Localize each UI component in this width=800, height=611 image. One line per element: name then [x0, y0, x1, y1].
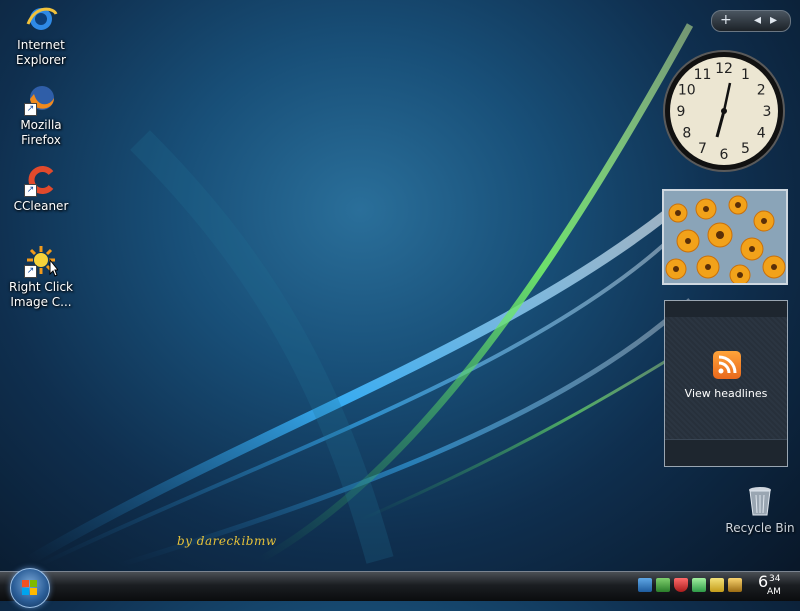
- s-app-icon[interactable]: [710, 578, 724, 592]
- desktop-icon-label-line1: Internet: [17, 38, 65, 52]
- desktop-icon-label-line1: Right Click: [8, 280, 73, 294]
- rss-icon: [713, 351, 741, 379]
- desktop-icon-label-line1: Mozilla Firefox: [20, 118, 62, 147]
- desktop-icon-recycle-bin[interactable]: Recycle Bin: [722, 485, 798, 535]
- feed-headlines-gadget[interactable]: View headlines: [664, 300, 788, 467]
- previous-gadgets-button[interactable]: ◂: [754, 12, 761, 28]
- desktop-icon-label-line2: Image C...: [10, 295, 72, 309]
- shortcut-arrow-icon: ↗: [24, 265, 37, 278]
- desktop-icon-ccleaner[interactable]: ↗ CCleaner: [0, 163, 82, 214]
- add-gadget-button[interactable]: +: [720, 12, 732, 28]
- clock-numeral: 12: [715, 61, 733, 77]
- clock-gadget[interactable]: 12 12 3 45678 9 1011: [662, 49, 786, 173]
- clock-numeral: 8: [682, 126, 691, 142]
- clock-numeral: 9: [677, 104, 686, 120]
- desktop-icon-internet-explorer[interactable]: Internet Explorer: [0, 2, 82, 68]
- display-icon[interactable]: [656, 578, 670, 592]
- taskbar-clock-minutes[interactable]: 34: [769, 574, 780, 584]
- clock-numeral: 1: [741, 67, 750, 83]
- desktop-icon-mozilla-firefox[interactable]: ↗ Mozilla Firefox: [0, 82, 82, 148]
- clock-numeral: 7: [698, 141, 707, 157]
- desktop-icon-label-line1: CCleaner: [13, 199, 69, 213]
- next-gadgets-button[interactable]: ▸: [770, 12, 777, 28]
- windows-start-orb-icon[interactable]: [10, 568, 50, 608]
- security-shield-icon[interactable]: [674, 578, 688, 592]
- internet-explorer-icon: [24, 2, 58, 36]
- network-icon[interactable]: [638, 578, 652, 592]
- desktop-icon-label-line2: Explorer: [16, 53, 66, 67]
- clock-numeral: 3: [763, 104, 772, 120]
- desktop-icon-right-click-image-converter[interactable]: ↗ Right Click Image C...: [0, 244, 82, 310]
- firefox-icon: ↗: [24, 82, 58, 116]
- wand-icon[interactable]: [728, 578, 742, 592]
- shortcut-arrow-icon: ↗: [24, 103, 37, 116]
- slideshow-gadget[interactable]: [662, 189, 788, 285]
- wallpaper-signature: by dareckibmw: [177, 534, 277, 548]
- clock-numeral: 11: [694, 67, 712, 83]
- clock-numeral: 10: [678, 83, 696, 99]
- recycle-bin-icon: [747, 485, 773, 517]
- clock-numeral: 5: [741, 141, 750, 157]
- shortcut-arrow-icon: ↗: [24, 184, 37, 197]
- recycle-bin-label: Recycle Bin: [725, 521, 795, 535]
- clock-numeral: 4: [757, 126, 766, 142]
- taskbar-clock-ampm[interactable]: AM: [767, 587, 781, 597]
- clock-numeral: 6: [720, 147, 729, 163]
- feed-footer: [665, 439, 787, 466]
- update-icon[interactable]: [692, 578, 706, 592]
- sidebar-gadget-controls: + ◂ ▸: [711, 10, 791, 32]
- ccleaner-icon: ↗: [24, 163, 58, 197]
- feed-header: [665, 301, 787, 317]
- view-headlines-link[interactable]: View headlines: [665, 387, 787, 400]
- flowers-photo: [664, 191, 786, 283]
- clock-numeral: 2: [757, 83, 766, 99]
- right-click-image-converter-icon: ↗: [24, 244, 60, 278]
